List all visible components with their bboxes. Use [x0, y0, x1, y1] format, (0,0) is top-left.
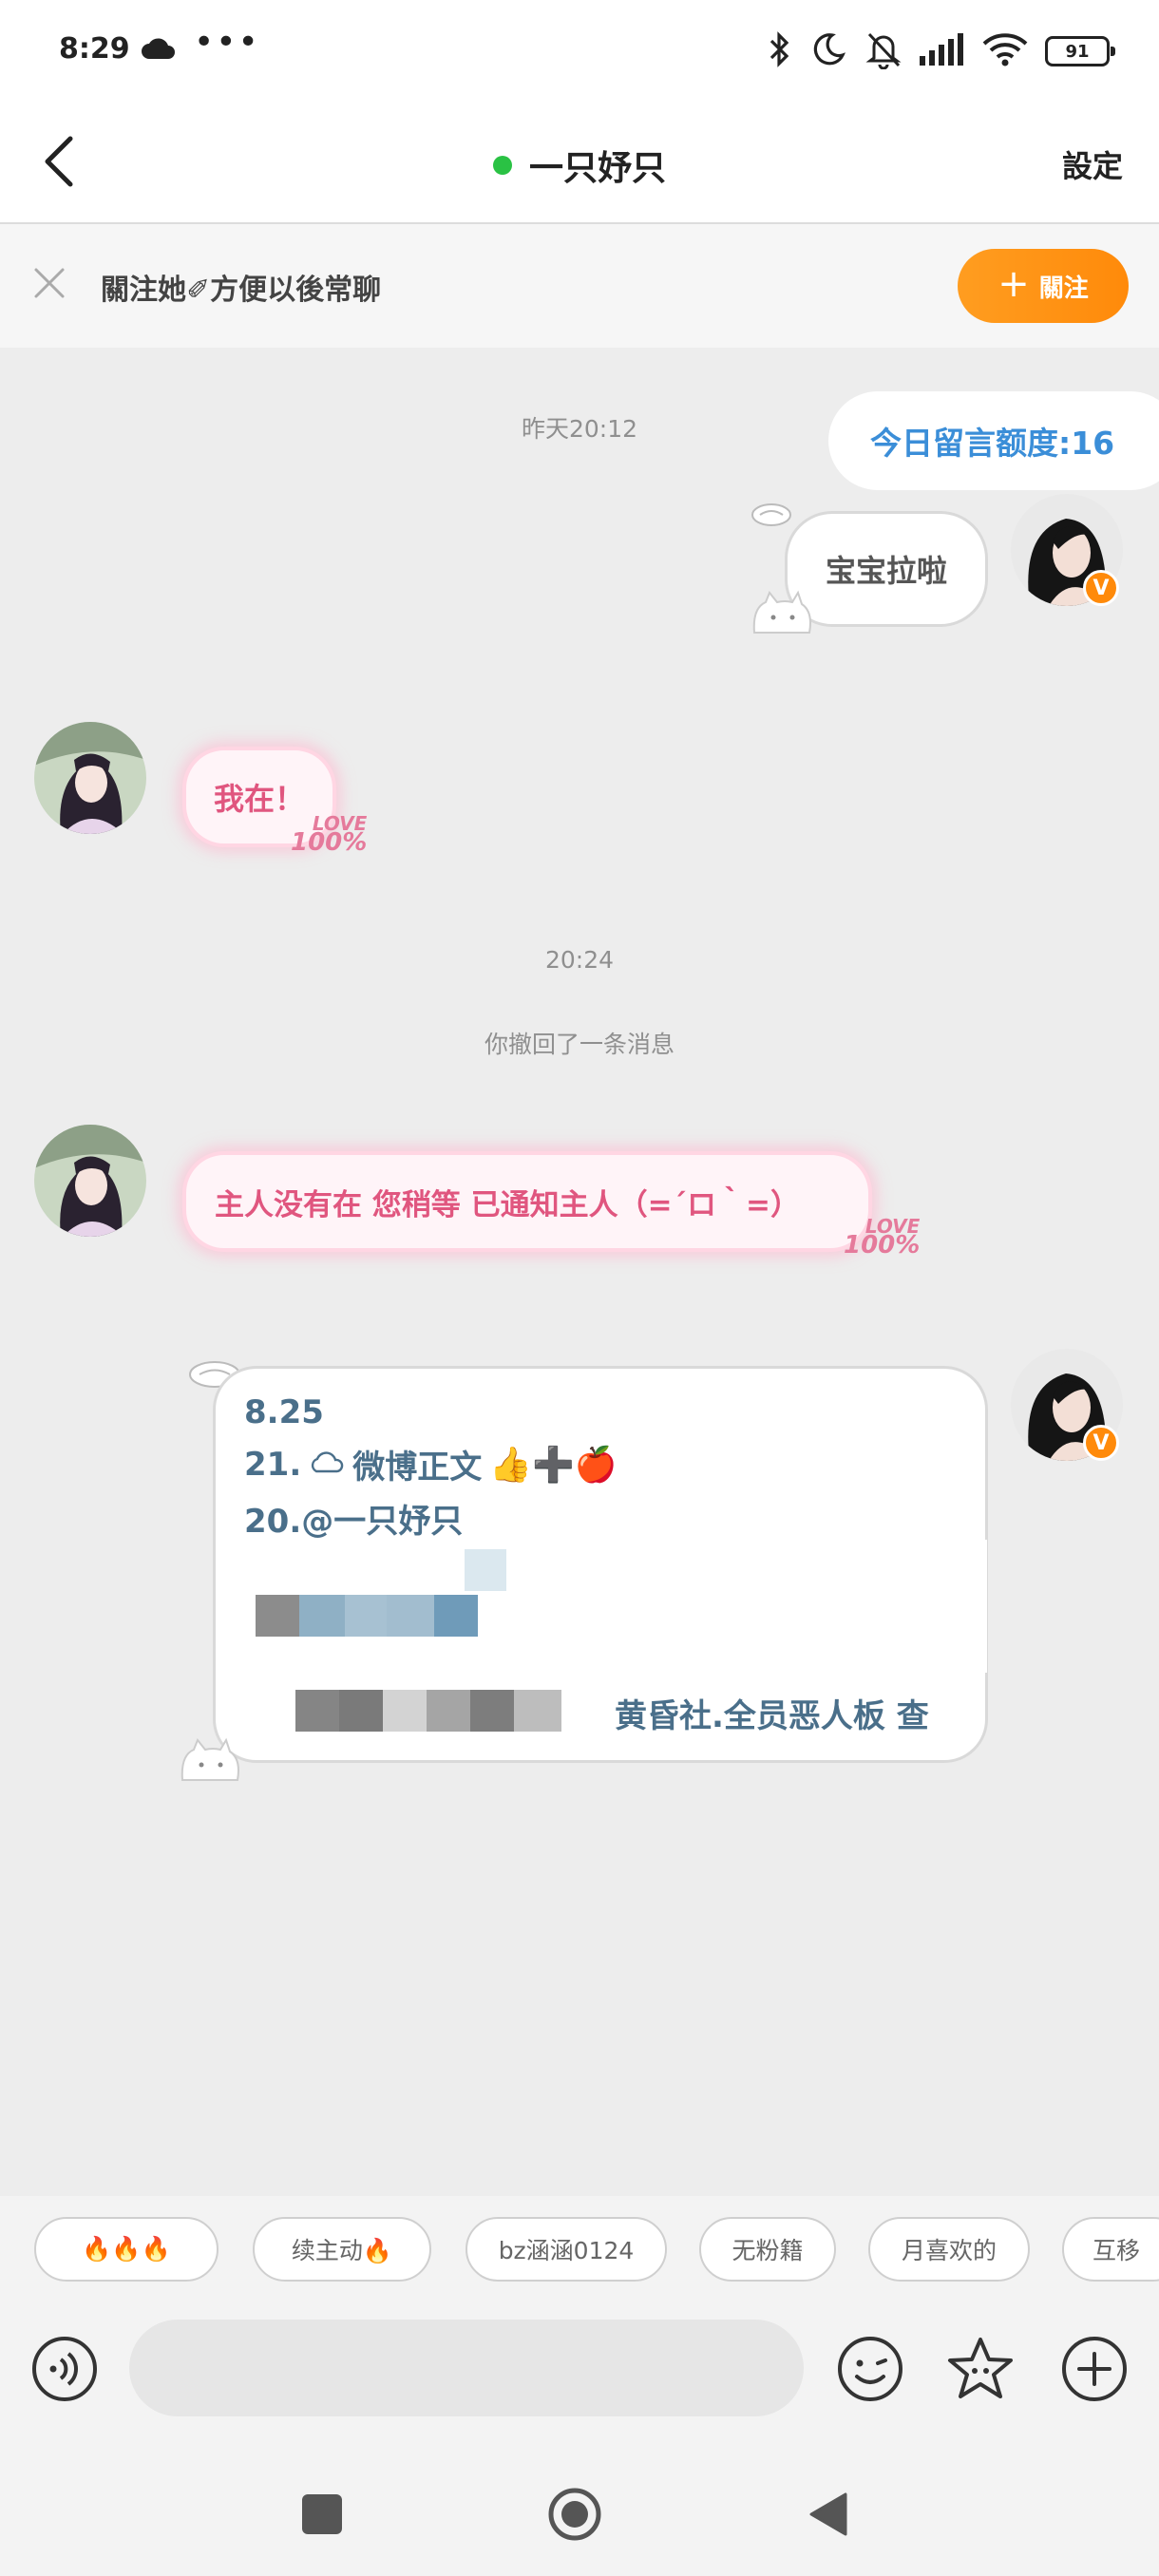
- mosaic-blur-area: [514, 1690, 561, 1732]
- message-input[interactable]: [129, 2320, 804, 2416]
- home-icon[interactable]: [547, 2487, 602, 2542]
- cloud-icon: [141, 38, 177, 65]
- message-emoji: 👍➕🍎: [489, 1445, 618, 1485]
- quick-reply-chip[interactable]: 无粉籍: [699, 2217, 836, 2282]
- bluetooth-icon: [768, 30, 792, 72]
- message-line: 8.25: [244, 1393, 324, 1431]
- mosaic-blur-area: [295, 1690, 514, 1732]
- recent-apps-icon[interactable]: [302, 2494, 342, 2534]
- quick-reply-chip[interactable]: 互移: [1062, 2217, 1159, 2282]
- chat-header: 一只妤只 設定: [0, 104, 1159, 224]
- message-text: 我在！: [213, 781, 305, 817]
- love-sticker: LOVE 100%: [291, 814, 368, 857]
- signal-icon: [920, 33, 965, 69]
- system-navigation-bar: [0, 2453, 1159, 2576]
- follow-banner: 關注她✐方便以後常聊 + 關注: [0, 224, 1159, 348]
- message-input-bar: [0, 2301, 1159, 2453]
- message-line-number: 21.: [244, 1445, 302, 1484]
- cloud-sticker-icon: [750, 502, 791, 526]
- message-bubble-sent[interactable]: 8.25 21. 微博正文 👍➕🍎 20.@一只妤只 黄昏社.全员恶人板 查: [213, 1366, 988, 1763]
- close-icon[interactable]: [28, 262, 70, 308]
- love-sticker-value: 100%: [291, 828, 368, 857]
- message-bubble-sent[interactable]: 宝宝拉啦: [785, 511, 988, 627]
- cat-sticker-icon: [177, 1736, 243, 1786]
- love-sticker-value: 100%: [844, 1231, 921, 1260]
- message-text: 主人没有在 您稍等 已通知主人（=´ロ｀=）: [215, 1187, 801, 1222]
- cloud-icon: [309, 1446, 345, 1484]
- moon-icon: [809, 30, 847, 72]
- timestamp: 20:24: [544, 946, 615, 974]
- plus-icon: +: [998, 262, 1030, 306]
- more-status-icon: •••: [194, 23, 260, 62]
- bell-off-icon: [864, 29, 902, 73]
- chat-title-group: 一只妤只: [0, 141, 1159, 190]
- quick-reply-bar: 🔥🔥🔥 续主动🔥 bz涵涵0124 无粉籍 月喜欢的 互移: [0, 2196, 1159, 2301]
- contact-avatar[interactable]: [34, 722, 146, 834]
- recall-notice: 你撤回了一条消息: [484, 1031, 674, 1058]
- status-icons: 91: [768, 29, 1115, 73]
- verified-badge-icon: V: [1083, 570, 1119, 606]
- follow-button[interactable]: + 關注: [958, 249, 1129, 323]
- message-line: 黄昏社.全员恶人板 查: [615, 1697, 929, 1735]
- message-text: 宝宝拉啦: [825, 553, 947, 589]
- status-time: 8:29: [59, 32, 130, 66]
- quick-reply-chip[interactable]: 续主动🔥: [253, 2217, 431, 2282]
- sticker-star-icon[interactable]: [946, 2335, 1015, 2403]
- mosaic-blur-area: [216, 1540, 987, 1673]
- quick-reply-chip[interactable]: bz涵涵0124: [466, 2217, 667, 2282]
- follow-button-label: 關注: [1038, 274, 1089, 303]
- wifi-icon: [982, 32, 1028, 70]
- emoji-icon[interactable]: [836, 2335, 904, 2403]
- message-line-text: 微博正文: [352, 1449, 483, 1487]
- message-line: 21. 微博正文 👍➕🍎: [244, 1441, 618, 1487]
- status-bar: 8:29 ••• 91: [0, 0, 1159, 104]
- quick-reply-chip[interactable]: 🔥🔥🔥: [34, 2217, 218, 2282]
- add-icon[interactable]: [1060, 2335, 1129, 2403]
- message-line: 20.@一只妤只: [244, 1502, 464, 1539]
- love-sticker: LOVE 100%: [844, 1217, 921, 1260]
- contact-avatar[interactable]: [34, 1125, 146, 1237]
- online-status-dot: [492, 156, 512, 175]
- verified-badge-icon: V: [1083, 1425, 1119, 1461]
- follow-prompt-text: 關注她✐方便以後常聊: [101, 274, 382, 307]
- message-quota-badge: 今日留言额度:16: [828, 391, 1159, 490]
- chat-title[interactable]: 一只妤只: [529, 141, 666, 190]
- cat-sticker-icon: [749, 589, 815, 635]
- message-bubble-received[interactable]: 主人没有在 您稍等 已通知主人（=´ロ｀=）: [182, 1151, 872, 1252]
- back-triangle-icon[interactable]: [808, 2491, 849, 2538]
- voice-icon[interactable]: [30, 2335, 99, 2403]
- battery-icon: 91: [1045, 36, 1115, 66]
- quick-reply-chip[interactable]: 月喜欢的: [868, 2217, 1030, 2282]
- settings-button[interactable]: 設定: [1062, 142, 1123, 186]
